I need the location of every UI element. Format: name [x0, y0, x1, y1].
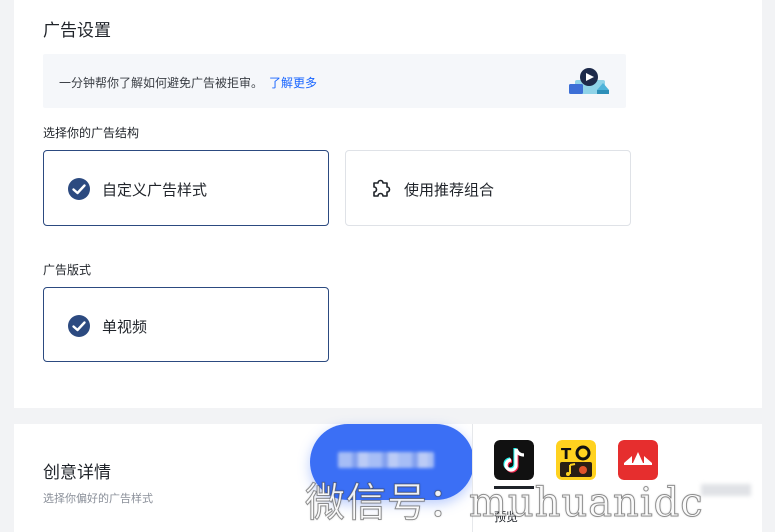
ad-settings-card: 广告设置 一分钟帮你了解如何避免广告被拒审。 了解更多 选择你的广告结构 自定义广…	[14, 0, 762, 408]
video-illustration-icon	[569, 68, 609, 94]
watermark-text: 微信号：muhuanidc	[305, 480, 704, 527]
tip-message: 一分钟帮你了解如何避免广告被拒审。	[59, 76, 264, 90]
recommended-combo-label: 使用推荐组合	[404, 181, 495, 199]
creative-details-subtitle: 选择你偏好的广告样式	[43, 492, 153, 505]
single-video-label: 单视频	[102, 318, 148, 336]
blurred-label	[338, 452, 434, 468]
custom-ad-style-label: 自定义广告样式	[102, 181, 208, 199]
tip-text: 一分钟帮你了解如何避免广告被拒审。 了解更多	[59, 74, 317, 91]
check-circle-icon	[68, 315, 90, 337]
blurred-region	[701, 484, 751, 496]
custom-ad-style-option[interactable]: 自定义广告样式	[43, 150, 329, 226]
learn-more-link[interactable]: 了解更多	[269, 76, 317, 90]
recommended-combo-option[interactable]: 使用推荐组合	[345, 150, 631, 226]
puzzle-icon	[373, 179, 391, 197]
svg-text:T: T	[561, 445, 572, 463]
check-circle-icon	[68, 178, 90, 200]
structure-label: 选择你的广告结构	[43, 126, 140, 140]
creative-details-title: 创意详情	[43, 463, 111, 483]
ad-settings-title: 广告设置	[43, 21, 111, 41]
single-video-option[interactable]: 单视频	[43, 287, 329, 362]
tip-banner: 一分钟帮你了解如何避免广告被拒审。 了解更多	[43, 54, 626, 108]
format-label: 广告版式	[43, 263, 92, 277]
